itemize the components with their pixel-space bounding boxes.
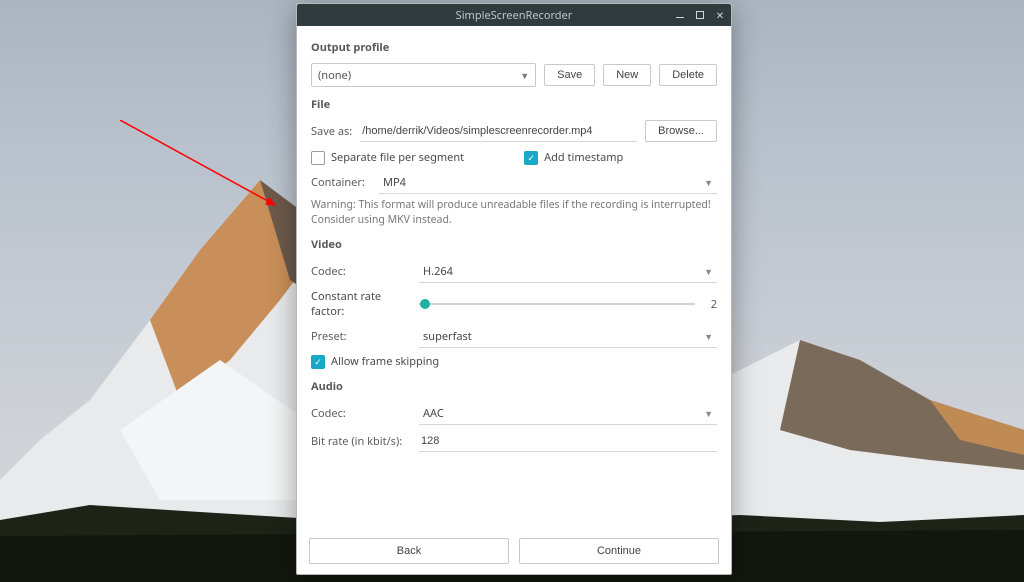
crf-label: Constant rate factor: <box>311 289 411 319</box>
audio-heading: Audio <box>311 379 717 394</box>
crf-value: 2 <box>703 297 717 312</box>
file-heading: File <box>311 97 717 112</box>
video-heading: Video <box>311 237 717 252</box>
continue-button[interactable]: Continue <box>519 538 719 564</box>
audio-codec-value: AAC <box>419 406 444 421</box>
allow-frame-skipping-label: Allow frame skipping <box>331 354 439 369</box>
chevron-down-icon: ▼ <box>704 330 713 343</box>
browse-button[interactable]: Browse... <box>645 120 717 142</box>
output-profile-heading: Output profile <box>311 40 717 55</box>
container-warning: Warning: This format will produce unread… <box>311 198 717 227</box>
profile-delete-button[interactable]: Delete <box>659 64 717 86</box>
separate-file-label: Separate file per segment <box>331 150 464 165</box>
chevron-down-icon: ▼ <box>520 69 529 82</box>
save-as-input[interactable] <box>360 121 637 142</box>
output-profile-select[interactable]: (none) ▼ <box>311 63 536 87</box>
audio-codec-select[interactable]: AAC ▼ <box>419 402 717 425</box>
window-minimize-button[interactable] <box>673 8 687 22</box>
wizard-footer: Back Continue <box>297 530 731 574</box>
app-window: SimpleScreenRecorder Output profile (non… <box>296 3 732 575</box>
window-title: SimpleScreenRecorder <box>456 8 573 23</box>
checkbox-icon <box>524 151 538 165</box>
chevron-down-icon: ▼ <box>704 176 713 189</box>
output-profile-value: (none) <box>318 68 351 83</box>
profile-new-button[interactable]: New <box>603 64 651 86</box>
window-close-button[interactable] <box>713 8 727 22</box>
video-codec-select[interactable]: H.264 ▼ <box>419 260 717 283</box>
back-button[interactable]: Back <box>309 538 509 564</box>
bitrate-input[interactable] <box>419 431 717 452</box>
container-value: MP4 <box>379 175 406 190</box>
profile-save-button[interactable]: Save <box>544 64 595 86</box>
video-codec-value: H.264 <box>419 264 453 279</box>
crf-slider[interactable] <box>419 297 695 311</box>
add-timestamp-checkbox[interactable]: Add timestamp <box>524 150 623 165</box>
preset-value: superfast <box>419 329 472 344</box>
container-select[interactable]: MP4 ▼ <box>379 171 717 194</box>
preset-select[interactable]: superfast ▼ <box>419 325 717 348</box>
preset-label: Preset: <box>311 329 411 344</box>
save-as-label: Save as: <box>311 124 352 139</box>
allow-frame-skipping-checkbox[interactable]: Allow frame skipping <box>311 354 439 369</box>
separate-file-checkbox[interactable]: Separate file per segment <box>311 150 464 165</box>
titlebar[interactable]: SimpleScreenRecorder <box>297 4 731 26</box>
audio-codec-label: Codec: <box>311 406 411 421</box>
window-maximize-button[interactable] <box>693 8 707 22</box>
bitrate-label: Bit rate (in kbit/s): <box>311 434 411 449</box>
checkbox-icon <box>311 151 325 165</box>
slider-thumb-icon <box>420 299 430 309</box>
container-label: Container: <box>311 175 371 190</box>
chevron-down-icon: ▼ <box>704 265 713 278</box>
chevron-down-icon: ▼ <box>704 407 713 420</box>
add-timestamp-label: Add timestamp <box>544 150 623 165</box>
checkbox-icon <box>311 355 325 369</box>
video-codec-label: Codec: <box>311 264 411 279</box>
